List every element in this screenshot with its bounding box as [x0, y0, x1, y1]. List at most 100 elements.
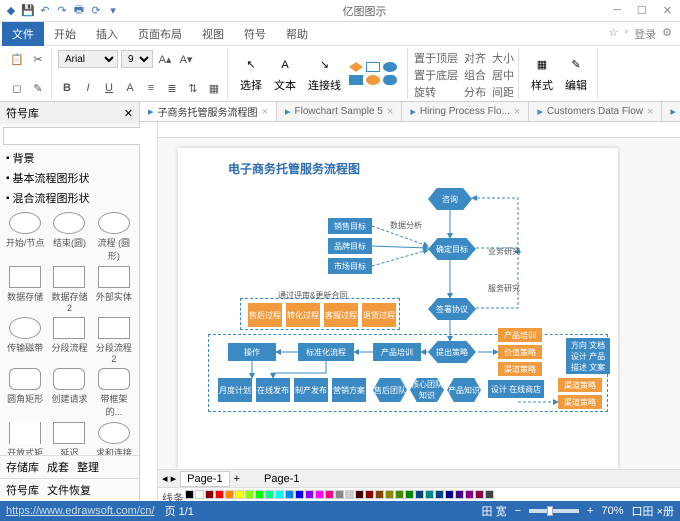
highlight-icon[interactable]: ▦ — [205, 79, 223, 97]
color-swatch[interactable] — [325, 490, 334, 499]
color-swatch[interactable] — [385, 490, 394, 499]
line-color-icon[interactable]: 线条 — [162, 490, 184, 499]
node-n5[interactable]: 确定目标 — [428, 238, 476, 260]
minimize-icon[interactable]: ─ — [609, 4, 625, 17]
redo-icon[interactable]: ↷ — [55, 4, 69, 18]
pagetab-1[interactable]: Page-1 — [180, 471, 229, 487]
paste-icon[interactable]: 📋 — [8, 50, 26, 68]
node-n2[interactable]: 销售目标 — [328, 218, 372, 234]
foot-set[interactable]: 成套 — [47, 459, 69, 475]
cat-background[interactable]: ▪ 背景 — [0, 148, 139, 168]
color-swatch[interactable] — [275, 490, 284, 499]
doctab-2[interactable]: ▸Hiring Process Flo... × — [402, 102, 529, 121]
pagetab-add-icon[interactable]: + — [234, 473, 240, 485]
page[interactable]: 电子商务托管服务流程图 咨询销售目标品牌目标市场目标确定目标签署协议售后过程转化… — [178, 148, 618, 469]
color-swatch[interactable] — [285, 490, 294, 499]
node-n16[interactable]: 在线发布 — [256, 378, 290, 402]
node-n10[interactable]: 退货过程 — [362, 303, 396, 327]
connector-tool[interactable]: ↘连接线 — [302, 53, 347, 95]
arrange-top[interactable]: 置于顶层 — [414, 50, 458, 66]
shape-2[interactable]: 流程 (圆形) — [93, 212, 135, 262]
shape-9[interactable]: 圆角矩形 — [4, 368, 46, 418]
color-swatch[interactable] — [295, 490, 304, 499]
node-n6[interactable]: 签署协议 — [428, 298, 476, 320]
menu-view[interactable]: 视图 — [192, 22, 234, 46]
status-views[interactable]: 口田 ×册 — [632, 503, 674, 519]
menu-symbol[interactable]: 符号 — [234, 22, 276, 46]
node-n28[interactable]: 方向 文档 设计 产品描述 文案 — [566, 338, 610, 374]
doctab-0[interactable]: ▸子商务托管服务流程图 × — [140, 102, 277, 121]
color-swatch[interactable] — [305, 490, 314, 499]
zoom-slider[interactable] — [529, 509, 579, 513]
doctab-3[interactable]: ▸Customers Data Flow × — [529, 102, 662, 121]
color-swatch[interactable] — [225, 490, 234, 499]
select-tool[interactable]: ↖选择 — [234, 53, 268, 95]
print-icon[interactable]: 🖶 — [72, 4, 86, 18]
font-color-icon[interactable]: A — [121, 79, 139, 97]
bullets-icon[interactable]: ≡ — [142, 79, 160, 97]
color-swatch[interactable] — [315, 490, 324, 499]
italic-icon[interactable]: I — [79, 79, 97, 97]
style-button[interactable]: ▦样式 — [525, 53, 559, 95]
symbol-search-input[interactable] — [3, 127, 143, 145]
refresh-icon[interactable]: ⟳ — [89, 4, 103, 18]
shape-11[interactable]: 带框架的... — [93, 368, 135, 418]
node-n12[interactable]: 标准化流程 — [298, 343, 354, 361]
maximize-icon[interactable]: ☐ — [633, 4, 651, 17]
file-menu[interactable]: 文件 — [2, 22, 44, 46]
node-n3[interactable]: 品牌目标 — [328, 238, 372, 254]
arrange-dist[interactable]: 分布 — [464, 84, 486, 100]
arrange-size[interactable]: 大小 — [492, 50, 514, 66]
node-n26[interactable]: 渠道策略 — [558, 378, 602, 392]
login-link[interactable]: 登录 — [634, 26, 656, 42]
canvas[interactable]: 电子商务托管服务流程图 咨询销售目标品牌目标市场目标确定目标签署协议售后过程转化… — [158, 138, 680, 469]
color-swatch[interactable] — [355, 490, 364, 499]
node-n23[interactable]: 产品培训 — [498, 328, 542, 342]
font-size-select[interactable]: 9 — [121, 50, 153, 68]
node-n15[interactable]: 月度计划 — [218, 378, 252, 402]
color-swatch[interactable] — [445, 490, 454, 499]
foot-store[interactable]: 存储库 — [6, 459, 39, 475]
color-swatch[interactable] — [465, 490, 474, 499]
node-n18[interactable]: 营销方案 — [332, 378, 366, 402]
shape-3[interactable]: 数据存储 — [4, 266, 46, 313]
node-n9[interactable]: 客服过程 — [324, 303, 358, 327]
node-n4[interactable]: 市场目标 — [328, 258, 372, 274]
arrange-center[interactable]: 居中 — [492, 67, 514, 83]
color-swatch[interactable] — [265, 490, 274, 499]
arrange-align[interactable]: 对齐 — [464, 50, 486, 66]
shape-14[interactable]: 求和连接器 — [93, 422, 135, 455]
foot-recover[interactable]: 文件恢复 — [47, 482, 91, 498]
align-icon[interactable]: ≣ — [163, 79, 181, 97]
shape-8[interactable]: 分段流程 2 — [93, 317, 135, 364]
edit-button[interactable]: ✎编辑 — [559, 53, 593, 95]
shape-1[interactable]: 结束(圆) — [48, 212, 90, 262]
node-n19[interactable]: 售后团队 — [373, 378, 407, 402]
pagetab-1b[interactable]: Page-1 — [264, 473, 299, 485]
brush-icon[interactable]: ✎ — [29, 79, 47, 97]
bold-icon[interactable]: B — [58, 79, 76, 97]
font-family-select[interactable]: Arial — [58, 50, 118, 68]
sidepanel-close-icon[interactable]: ✕ — [124, 107, 133, 120]
node-n27[interactable]: 渠道策略 — [558, 395, 602, 409]
color-swatch[interactable] — [485, 490, 494, 499]
color-swatch[interactable] — [345, 490, 354, 499]
menu-help[interactable]: 帮助 — [276, 22, 318, 46]
color-swatch[interactable] — [235, 490, 244, 499]
node-n8[interactable]: 转化过程 — [286, 303, 320, 327]
shrink-font-icon[interactable]: A▾ — [177, 50, 195, 68]
color-swatch[interactable] — [205, 490, 214, 499]
node-n17[interactable]: 制产发布 — [294, 378, 328, 402]
node-n24[interactable]: 价值策略 — [498, 345, 542, 359]
color-swatch[interactable] — [475, 490, 484, 499]
color-swatch[interactable] — [455, 490, 464, 499]
shape-13[interactable]: 延迟 — [48, 422, 90, 455]
color-bar[interactable]: 线条 — [158, 487, 680, 501]
settings-icon[interactable]: ⚙ — [662, 26, 672, 42]
shape-12[interactable]: 开放式矩形 — [4, 422, 46, 455]
color-swatch[interactable] — [425, 490, 434, 499]
dot-icon[interactable]: ◦ — [624, 26, 628, 42]
color-swatch[interactable] — [435, 490, 444, 499]
node-n25[interactable]: 渠道策略 — [498, 362, 542, 376]
color-swatch[interactable] — [365, 490, 374, 499]
